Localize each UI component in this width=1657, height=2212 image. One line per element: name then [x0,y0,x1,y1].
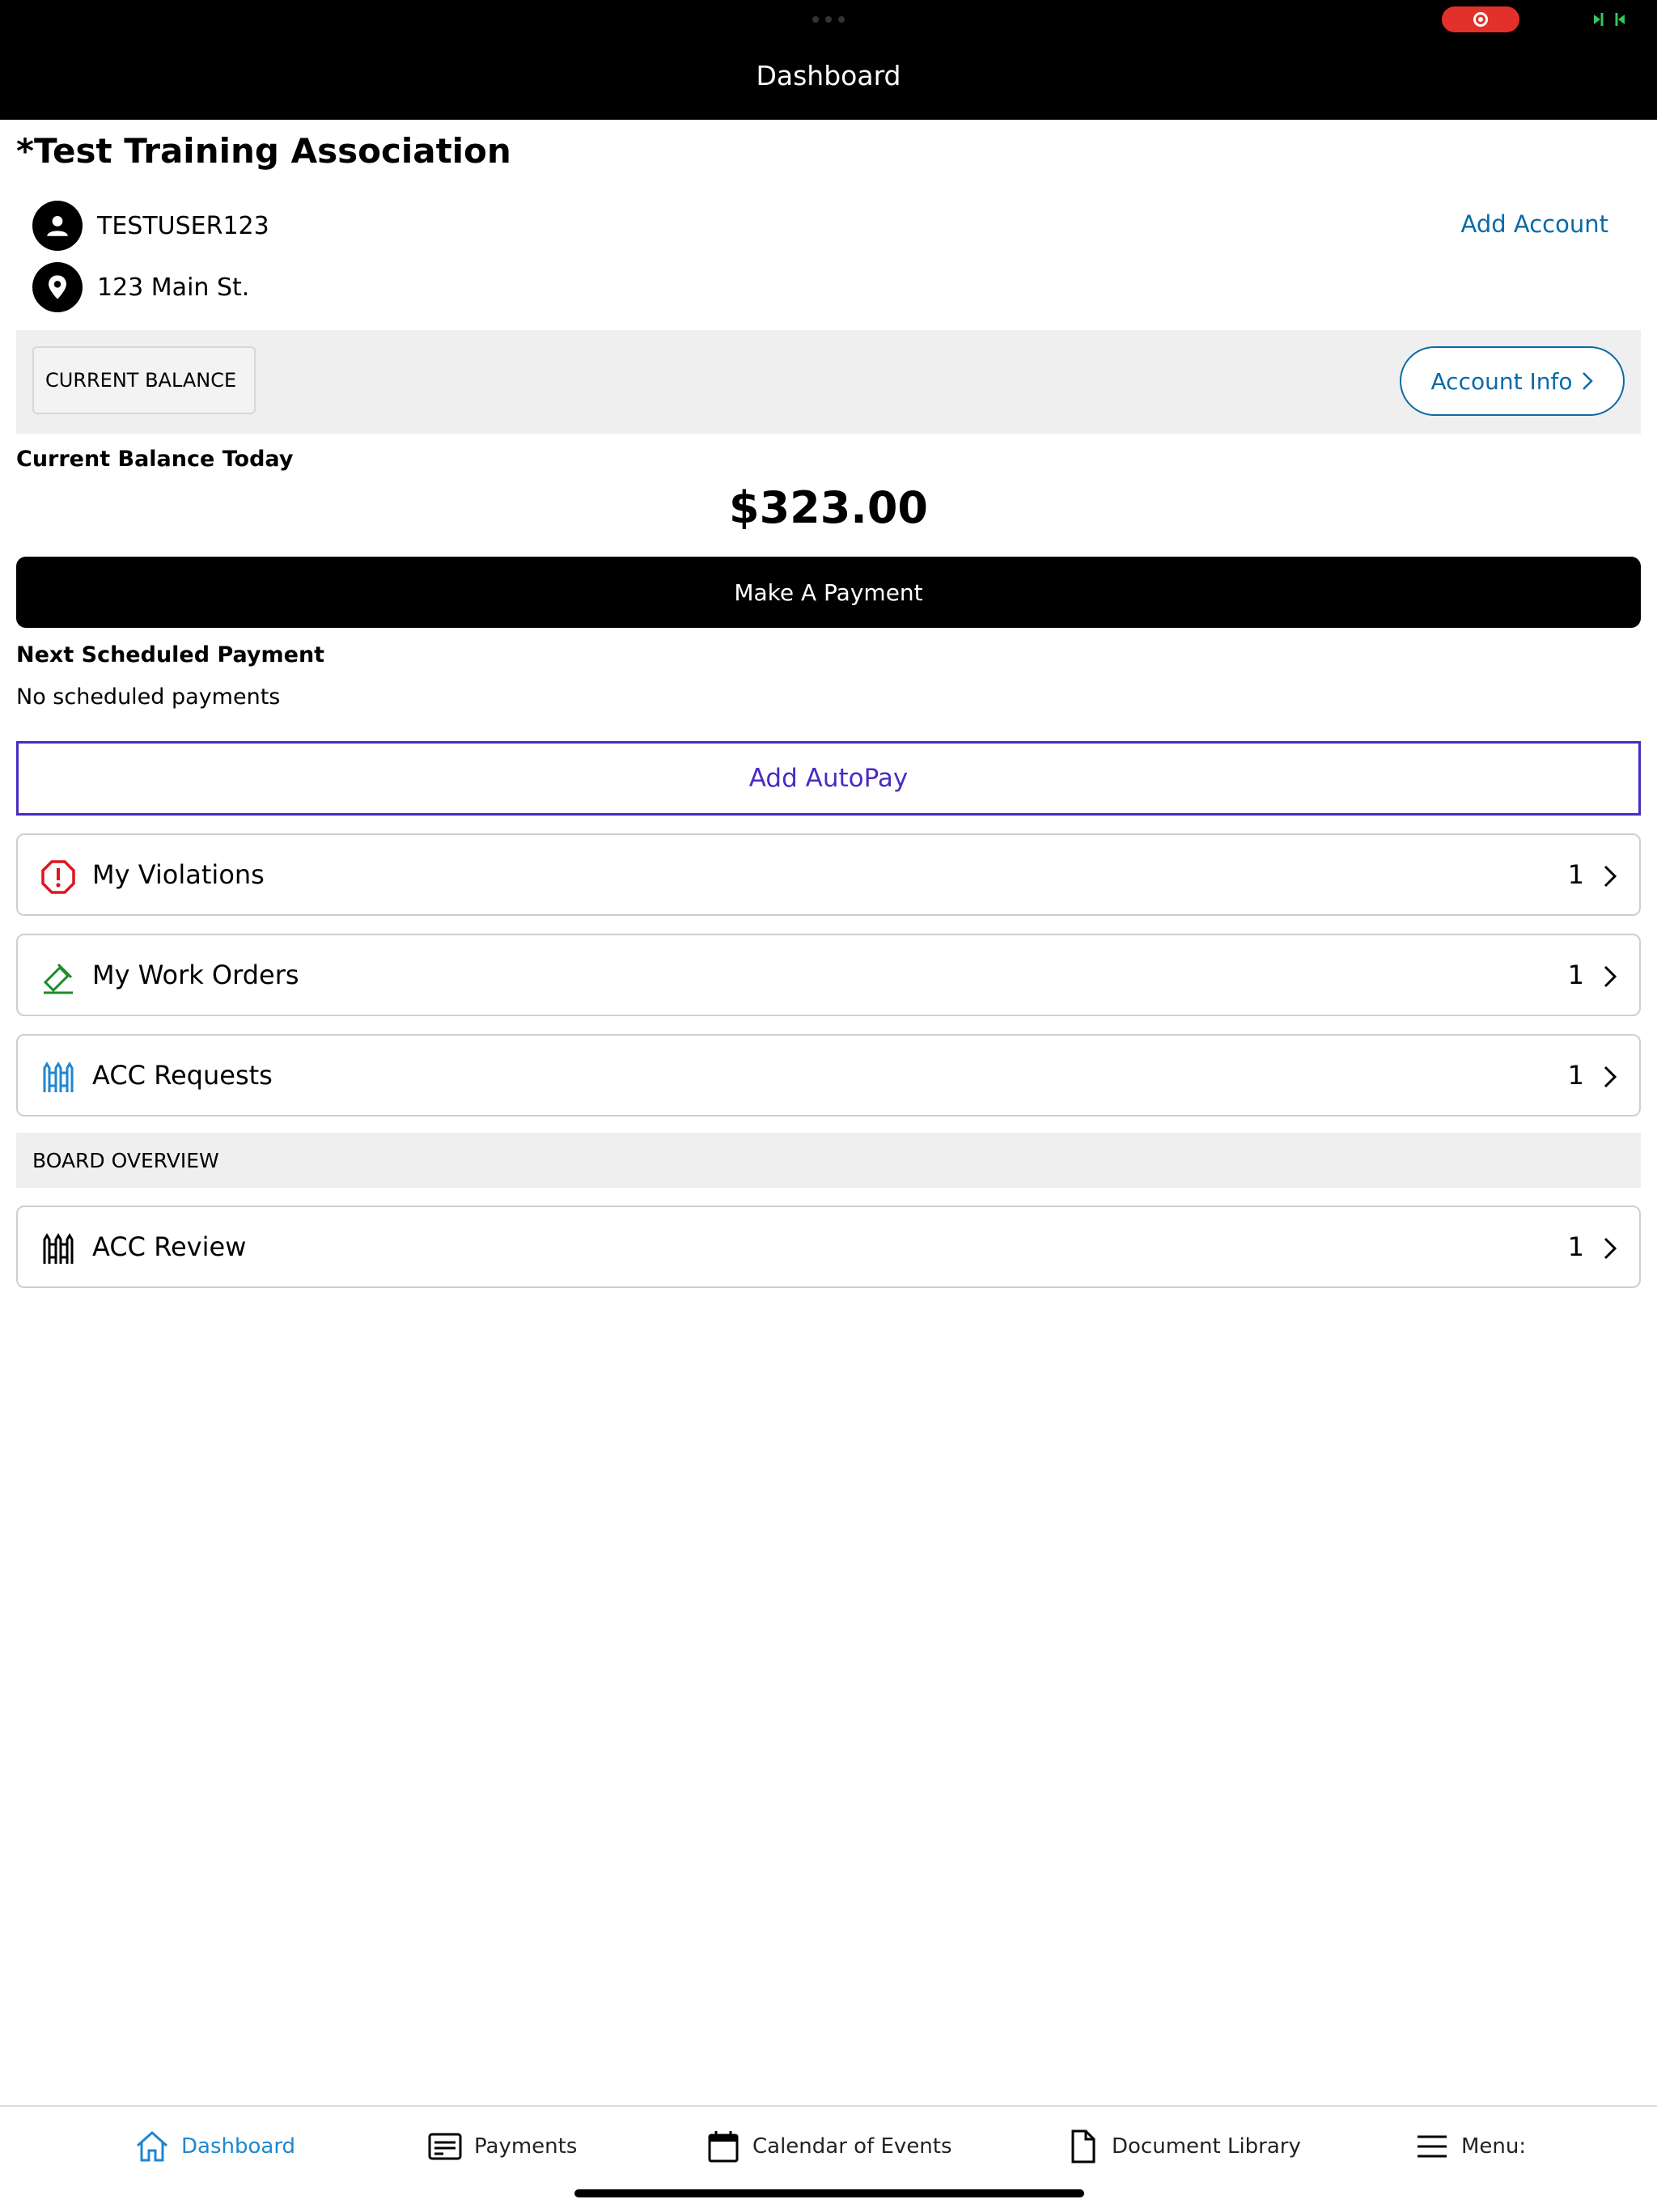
username: TESTUSER123 [97,211,269,240]
tab-calendar-of-events[interactable]: Calendar of Events [706,2129,952,2163]
my-work-orders-item[interactable]: My Work Orders 1 [16,934,1641,1016]
home-icon [137,2130,167,2162]
violation-icon [41,860,75,894]
tab-label: Payments [474,2134,578,2159]
top-bar: Dashboard [0,0,1657,120]
tab-label: Calendar of Events [752,2134,952,2159]
fence-icon [43,1062,74,1092]
tab-menu[interactable]: Menu: [1414,2129,1526,2163]
association-name: *Test Training Association [16,131,511,171]
make-payment-button[interactable]: Make A Payment [16,557,1641,628]
item-count: 1 [1567,960,1584,990]
multitask-dots[interactable] [812,16,845,23]
chevron-right-icon [1583,372,1594,390]
acc-requests-item[interactable]: ACC Requests 1 [16,1034,1641,1117]
record-icon [1473,12,1488,27]
username-row: TESTUSER123 [32,201,269,251]
chevron-right-icon [1604,1066,1617,1088]
tab-payments[interactable]: Payments [427,2129,577,2163]
acc-review-item[interactable]: ACC Review 1 [16,1206,1641,1288]
payment-card-icon [428,2133,462,2160]
calendar-icon [708,2131,739,2163]
item-count: 1 [1567,1231,1584,1262]
address-row: 123 Main St. [32,262,249,312]
document-icon [1071,2129,1095,2163]
home-indicator[interactable] [574,2189,1084,2197]
chevron-right-icon [1604,865,1617,888]
hamburger-icon [1418,2135,1447,2158]
fence-icon [43,1233,74,1264]
board-overview-header: BOARD OVERVIEW [16,1133,1641,1188]
current-balance-today-label: Current Balance Today [16,447,294,472]
tab-label: Dashboard [181,2134,296,2159]
chevron-right-icon [1604,1237,1617,1260]
page-title: Dashboard [756,60,901,91]
item-label: ACC Requests [92,1060,273,1091]
account-info-label: Account Info [1430,367,1573,395]
work-order-icon [43,963,73,994]
account-info-button[interactable]: Account Info [1400,346,1625,416]
my-violations-item[interactable]: My Violations 1 [16,833,1641,916]
location-pin-icon [32,262,83,312]
next-scheduled-payment-label: Next Scheduled Payment [16,642,325,667]
tab-label: Menu: [1461,2134,1527,2159]
screen-recording-indicator[interactable] [1442,6,1519,32]
chevron-right-icon [1604,965,1617,988]
user-icon [32,201,83,251]
tab-dashboard[interactable]: Dashboard [134,2129,295,2163]
scheduled-payment-status: No scheduled payments [16,684,281,710]
item-count: 1 [1567,859,1584,890]
balance-band: CURRENT BALANCE Account Info [16,330,1641,434]
item-count: 1 [1567,1060,1584,1091]
balance-amount: $323.00 [729,482,928,533]
item-label: ACC Review [92,1231,247,1262]
item-label: My Violations [92,859,265,890]
tab-document-library[interactable]: Document Library [1065,2129,1301,2163]
tab-label: Document Library [1112,2134,1301,2159]
add-autopay-button[interactable]: Add AutoPay [16,741,1641,816]
add-account-link[interactable]: Add Account [1461,210,1608,238]
current-balance-chip[interactable]: CURRENT BALANCE [32,346,256,414]
item-label: My Work Orders [92,960,299,990]
address: 123 Main St. [97,273,250,302]
screen-mirroring-icon [1594,13,1625,26]
